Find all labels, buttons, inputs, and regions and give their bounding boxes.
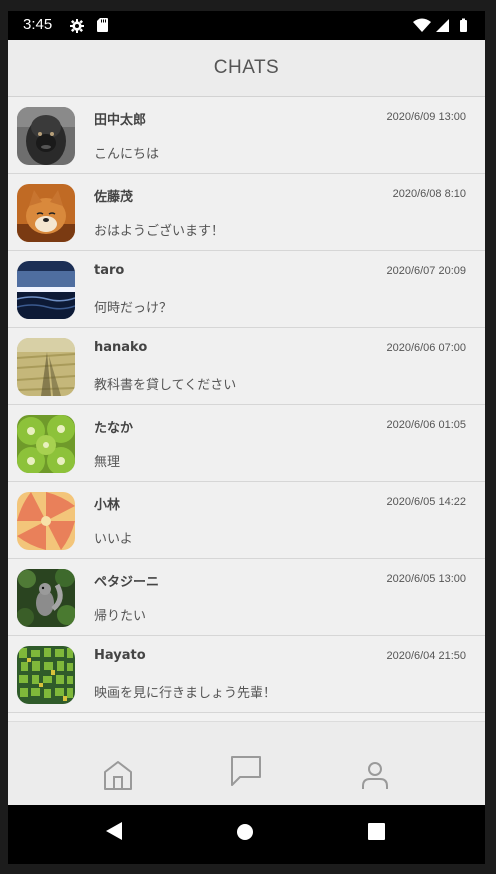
home-circle-icon[interactable] bbox=[236, 823, 254, 841]
chat-message: 帰りたい bbox=[94, 609, 147, 624]
page-title: CHATS bbox=[213, 57, 280, 78]
chat-timestamp: 2020/6/07 20:09 bbox=[386, 265, 466, 277]
kiwi-avatar bbox=[17, 415, 75, 473]
chat-row[interactable]: たなか 2020/6/06 01:05 無理 bbox=[8, 405, 485, 482]
ocean-sunset-avatar bbox=[17, 261, 75, 319]
chat-row[interactable]: 佐藤茂 2020/6/08 8:10 おはようございます！ bbox=[8, 174, 485, 251]
chat-name: 佐藤茂 bbox=[94, 190, 134, 205]
system-indicators bbox=[413, 18, 467, 32]
chat-message: いいよ bbox=[94, 532, 133, 547]
chat-name: 小林 bbox=[94, 498, 121, 513]
chat-timestamp: 2020/6/08 8:10 bbox=[392, 188, 466, 200]
chat-name: たなか bbox=[94, 421, 134, 436]
chat-icon[interactable] bbox=[229, 754, 263, 788]
wifi-icon bbox=[413, 18, 431, 32]
android-navigation-bar bbox=[8, 805, 485, 864]
gorilla-avatar bbox=[17, 107, 75, 165]
field-shadow-avatar bbox=[17, 338, 75, 396]
gear-icon bbox=[70, 19, 84, 33]
green-mosaic-avatar bbox=[17, 646, 75, 704]
profile-icon[interactable] bbox=[358, 758, 392, 792]
back-icon[interactable] bbox=[105, 821, 123, 841]
shiba-dog-avatar bbox=[17, 184, 75, 242]
chat-timestamp: 2020/6/06 07:00 bbox=[386, 342, 466, 354]
chat-timestamp: 2020/6/04 21:50 bbox=[386, 650, 466, 662]
chat-row[interactable]: Hayato 2020/6/04 21:50 映画を見に行きましょう先輩！ bbox=[8, 636, 485, 713]
chat-timestamp: 2020/6/05 13:00 bbox=[386, 573, 466, 585]
status-time: 3:45 bbox=[23, 16, 53, 33]
sd-card-icon bbox=[97, 18, 108, 32]
chat-row[interactable]: 小林 2020/6/05 14:22 いいよ bbox=[8, 482, 485, 559]
chat-timestamp: 2020/6/09 13:00 bbox=[386, 111, 466, 123]
chat-name: 田中太郎 bbox=[94, 113, 147, 128]
chat-message: 何時だっけ？ bbox=[94, 301, 173, 316]
chat-name: ペタジーニ bbox=[94, 575, 160, 590]
chat-message: 無理 bbox=[94, 455, 121, 470]
bottom-navigation bbox=[8, 721, 485, 806]
chat-name: taro bbox=[94, 263, 125, 278]
home-icon[interactable] bbox=[101, 758, 135, 792]
chat-row[interactable]: hanako 2020/6/06 07:00 教科書を貸してください bbox=[8, 328, 485, 405]
chat-message: 教科書を貸してください bbox=[94, 378, 237, 393]
status-bar: 3:45 bbox=[8, 11, 485, 40]
chat-row[interactable]: 田中太郎 2020/6/09 13:00 こんにちは bbox=[8, 97, 485, 174]
app-bar: CHATS bbox=[8, 40, 485, 97]
chat-name: Hayato bbox=[94, 648, 146, 663]
recents-icon[interactable] bbox=[368, 823, 385, 840]
chat-timestamp: 2020/6/06 01:05 bbox=[386, 419, 466, 431]
chat-message: こんにちは bbox=[94, 147, 160, 162]
chat-message: 映画を見に行きましょう先輩！ bbox=[94, 686, 277, 701]
chat-row[interactable]: taro 2020/6/07 20:09 何時だっけ？ bbox=[8, 251, 485, 328]
squirrel-avatar bbox=[17, 569, 75, 627]
phone-screen: 3:45 CHATS 田中太郎 2020/6/09 13:00 こんにちは 佐藤… bbox=[8, 11, 485, 864]
chat-message: おはようございます！ bbox=[94, 224, 225, 239]
swirl-avatar bbox=[17, 492, 75, 550]
chat-timestamp: 2020/6/05 14:22 bbox=[386, 496, 466, 508]
cell-signal-icon bbox=[436, 19, 449, 32]
chat-row[interactable]: ペタジーニ 2020/6/05 13:00 帰りたい bbox=[8, 559, 485, 636]
chat-name: hanako bbox=[94, 340, 148, 355]
chat-list: 田中太郎 2020/6/09 13:00 こんにちは 佐藤茂 2020/6/08… bbox=[8, 97, 485, 713]
battery-icon bbox=[460, 20, 467, 32]
